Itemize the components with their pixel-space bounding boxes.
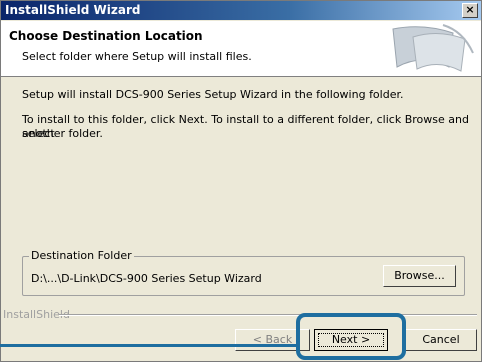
wizard-art-icon xyxy=(392,24,474,72)
browse-button[interactable]: Browse... xyxy=(383,265,456,287)
wizard-header: Choose Destination Location Select folde… xyxy=(1,21,481,77)
cancel-button[interactable]: Cancel xyxy=(405,329,477,351)
window-title: InstallShield Wizard xyxy=(5,3,141,17)
install-instructions-cont: another folder. xyxy=(22,127,103,140)
destination-folder-label: Destination Folder xyxy=(29,249,134,262)
close-button[interactable]: × xyxy=(462,3,478,18)
header-subtitle: Select folder where Setup will install f… xyxy=(22,50,252,63)
install-description: Setup will install DCS-900 Series Setup … xyxy=(22,88,404,101)
header-title: Choose Destination Location xyxy=(9,29,203,43)
callout-pointer-line xyxy=(0,344,300,347)
browse-button-label: Browse... xyxy=(394,269,445,282)
close-icon: × xyxy=(465,3,475,16)
installer-window: InstallShield Wizard × Choose Destinatio… xyxy=(0,0,482,362)
destination-path: D:\...\D-Link\DCS-900 Series Setup Wizar… xyxy=(31,272,262,285)
next-button-highlight xyxy=(296,313,406,360)
title-bar[interactable]: InstallShield Wizard × xyxy=(1,1,481,20)
footer-divider xyxy=(59,314,477,316)
cancel-button-label: Cancel xyxy=(422,333,460,346)
